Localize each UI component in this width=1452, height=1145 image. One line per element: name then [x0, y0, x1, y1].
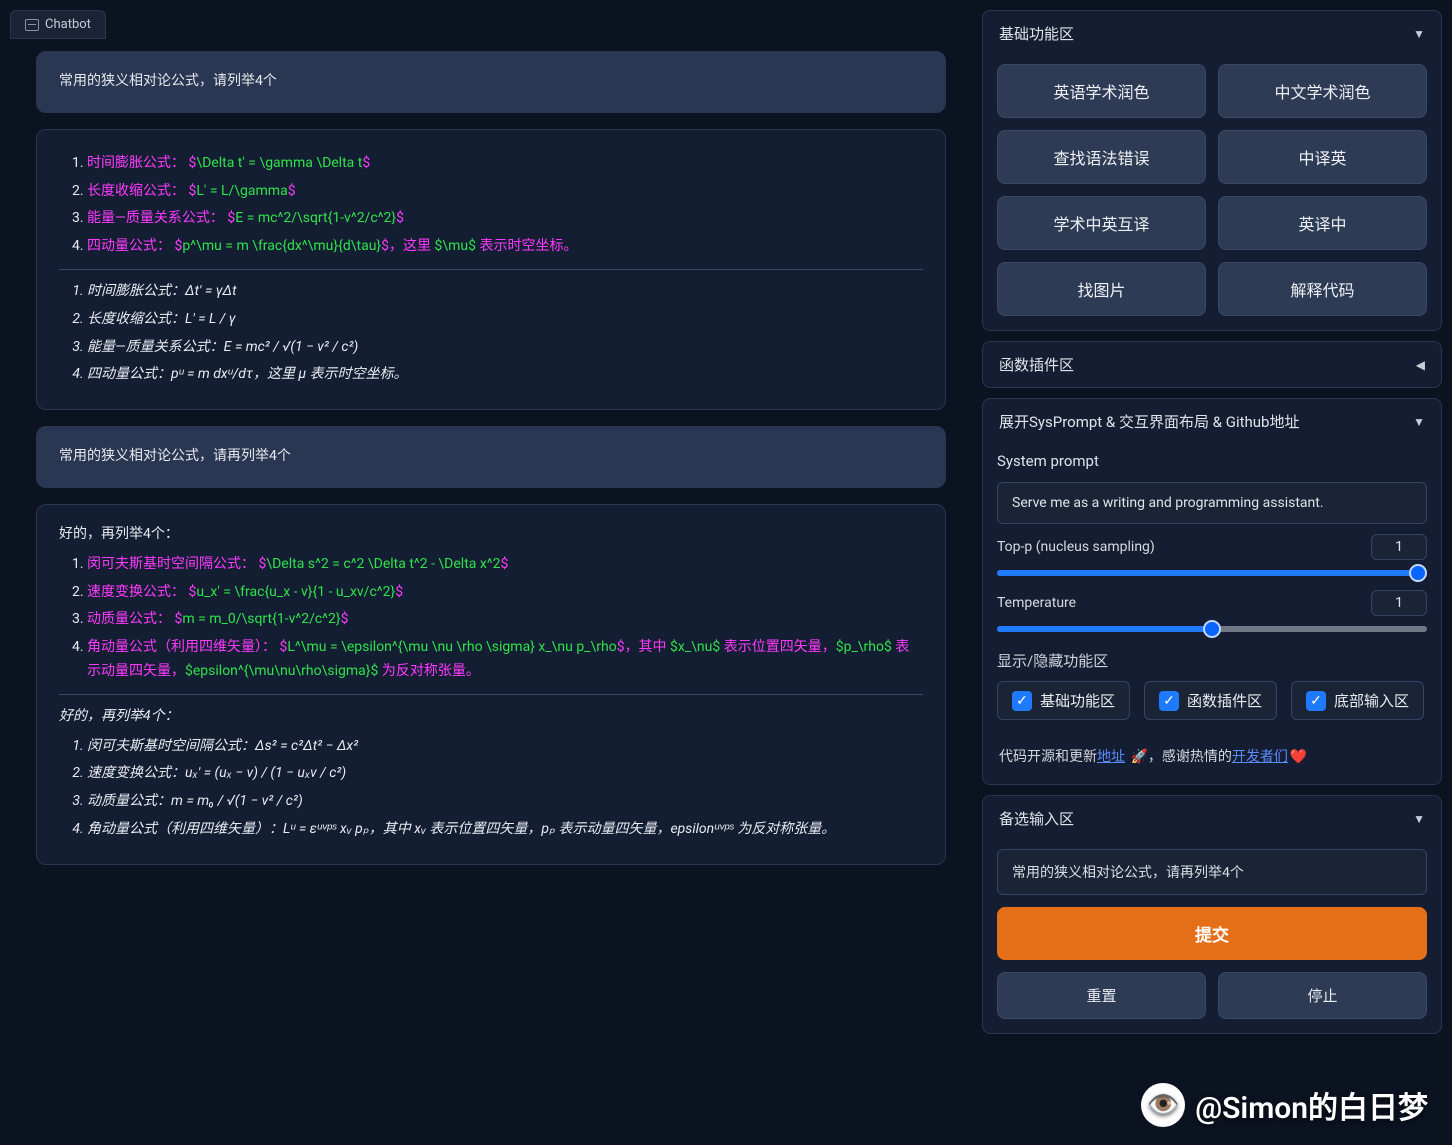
fn-chinese-polish[interactable]: 中文学术润色 — [1218, 64, 1427, 118]
rendered-row: 闵可夫斯基时空间隔公式：Δs² = c²Δt² − Δx² — [87, 735, 923, 759]
fn-grammar-check[interactable]: 查找语法错误 — [997, 130, 1206, 184]
user-msg-text: 常用的狭义相对论公式，请再列举4个 — [59, 448, 291, 464]
basic-panel: 基础功能区 ▼ 英语学术润色 中文学术润色 查找语法错误 中译英 学术中英互译 … — [982, 10, 1442, 331]
checkbox-checked-icon: ✓ — [1306, 691, 1326, 711]
input-panel-header[interactable]: 备选输入区 ▼ — [983, 796, 1441, 841]
formula-row: 角动量公式（利用四维矢量）： $L^\mu = \epsilon^{\mu \n… — [87, 636, 923, 684]
rendered-row: 角动量公式（利用四维矢量）：Lᵘ = εᵘᵛᵖˢ xᵥ pₚ，其中 xᵥ 表示位… — [87, 818, 923, 842]
formula-row: 速度变换公式： $u_x' = \frac{u_x - v}{1 - u_xv/… — [87, 581, 923, 605]
sysprompt-input[interactable]: Serve me as a writing and programming as… — [997, 482, 1427, 524]
toggle-bottom-input[interactable]: ✓ 底部输入区 — [1291, 681, 1424, 720]
assistant-message: 时间膨胀公式： $\Delta t' = \gamma \Delta t$ 长度… — [36, 129, 946, 410]
rendered-row: 四动量公式：pᵘ = m dxᵘ/dτ，这里 μ 表示时空坐标。 — [87, 363, 923, 387]
fn-en-to-zh[interactable]: 英译中 — [1218, 196, 1427, 250]
rendered-row: 速度变换公式：uₓ′ = (uₓ − v) / (1 − uₓv / c²) — [87, 762, 923, 786]
chevron-left-icon: ◀ — [1416, 358, 1425, 372]
temperature-slider[interactable] — [997, 622, 1427, 636]
toggle-section-title: 显示/隐藏功能区 — [997, 650, 1427, 671]
topp-slider[interactable] — [997, 566, 1427, 580]
rendered-row: 长度收缩公式：L′ = L / γ — [87, 308, 923, 332]
assistant-message: 好的，再列举4个： 闵可夫斯基时空间隔公式： $\Delta s^2 = c^2… — [36, 504, 946, 865]
divider — [59, 269, 923, 270]
fn-zh-to-en[interactable]: 中译英 — [1218, 130, 1427, 184]
formula-row: 能量—质量关系公式： $E = mc^2/\sqrt{1-v^2/c^2}$ — [87, 207, 923, 231]
chevron-down-icon: ▼ — [1413, 27, 1425, 41]
fn-explain-code[interactable]: 解释代码 — [1218, 262, 1427, 316]
rocket-icon: 🚀 — [1130, 746, 1147, 768]
repo-link[interactable]: 地址 — [1097, 749, 1125, 765]
temperature-value[interactable]: 1 — [1371, 590, 1427, 616]
prompt-input[interactable]: 常用的狭义相对论公式，请再列举4个 — [997, 849, 1427, 895]
heart-icon: ❤️ — [1290, 746, 1307, 768]
topp-value[interactable]: 1 — [1371, 534, 1427, 560]
fn-academic-translate[interactable]: 学术中英互译 — [997, 196, 1206, 250]
asst-intro: 好的，再列举4个： — [59, 523, 923, 547]
toggle-basic[interactable]: ✓ 基础功能区 — [997, 681, 1130, 720]
panel-title: 展开SysPrompt & 交互界面布局 & Github地址 — [999, 411, 1299, 432]
advanced-panel: 展开SysPrompt & 交互界面布局 & Github地址 ▼ System… — [982, 398, 1442, 785]
checkbox-checked-icon: ✓ — [1012, 691, 1032, 711]
chevron-down-icon: ▼ — [1413, 812, 1425, 826]
formula-row: 四动量公式： $p^\mu = m \frac{dx^\mu}{d\tau}$，… — [87, 235, 923, 259]
fn-find-image[interactable]: 找图片 — [997, 262, 1206, 316]
topp-label: Top-p (nucleus sampling) — [997, 539, 1155, 555]
input-panel: 备选输入区 ▼ 常用的狭义相对论公式，请再列举4个 提交 重置 停止 — [982, 795, 1442, 1034]
toggle-plugins[interactable]: ✓ 函数插件区 — [1144, 681, 1277, 720]
temperature-label: Temperature — [997, 595, 1076, 611]
user-message: 常用的狭义相对论公式，请列举4个 — [36, 51, 946, 113]
sysprompt-label: System prompt — [997, 452, 1427, 470]
formula-row: 闵可夫斯基时空间隔公式： $\Delta s^2 = c^2 \Delta t^… — [87, 553, 923, 577]
fn-english-polish[interactable]: 英语学术润色 — [997, 64, 1206, 118]
plugins-panel: 函数插件区 ◀ — [982, 341, 1442, 388]
rendered-row: 时间膨胀公式：Δt′ = γΔt — [87, 280, 923, 304]
panel-title: 函数插件区 — [999, 354, 1074, 375]
rendered-row: 能量—质量关系公式：E = mc² / √(1 − v² / c²) — [87, 336, 923, 360]
chevron-down-icon: ▼ — [1413, 415, 1425, 429]
submit-button[interactable]: 提交 — [997, 907, 1427, 960]
toggle-label: 基础功能区 — [1040, 690, 1115, 711]
rendered-intro: 好的，再列举4个： — [59, 705, 923, 729]
chat-scroll[interactable]: 常用的狭义相对论公式，请列举4个 时间膨胀公式： $\Delta t' = \g… — [10, 47, 972, 1135]
plugins-panel-header[interactable]: 函数插件区 ◀ — [983, 342, 1441, 387]
chat-icon — [25, 19, 39, 31]
user-msg-text: 常用的狭义相对论公式，请列举4个 — [59, 73, 277, 89]
panel-title: 基础功能区 — [999, 23, 1074, 44]
stop-button[interactable]: 停止 — [1218, 972, 1427, 1019]
divider — [59, 694, 923, 695]
formula-row: 动质量公式： $m = m_0/\sqrt{1-v^2/c^2}$ — [87, 608, 923, 632]
toggle-label: 底部输入区 — [1334, 690, 1409, 711]
reset-button[interactable]: 重置 — [997, 972, 1206, 1019]
credits-line: 代码开源和更新地址 🚀，感谢热情的开发者们❤️ — [983, 734, 1441, 784]
formula-row: 长度收缩公式： $L' = L/\gamma$ — [87, 180, 923, 204]
user-message: 常用的狭义相对论公式，请再列举4个 — [36, 426, 946, 488]
toggle-label: 函数插件区 — [1187, 690, 1262, 711]
basic-panel-header[interactable]: 基础功能区 ▼ — [983, 11, 1441, 56]
checkbox-checked-icon: ✓ — [1159, 691, 1179, 711]
advanced-panel-header[interactable]: 展开SysPrompt & 交互界面布局 & Github地址 ▼ — [983, 399, 1441, 444]
developers-link[interactable]: 开发者们 — [1232, 749, 1288, 765]
rendered-row: 动质量公式：m = m₀ / √(1 − v² / c²) — [87, 790, 923, 814]
chat-tab[interactable]: Chatbot — [10, 10, 106, 39]
chat-tab-label: Chatbot — [45, 17, 91, 32]
formula-row: 时间膨胀公式： $\Delta t' = \gamma \Delta t$ — [87, 152, 923, 176]
panel-title: 备选输入区 — [999, 808, 1074, 829]
